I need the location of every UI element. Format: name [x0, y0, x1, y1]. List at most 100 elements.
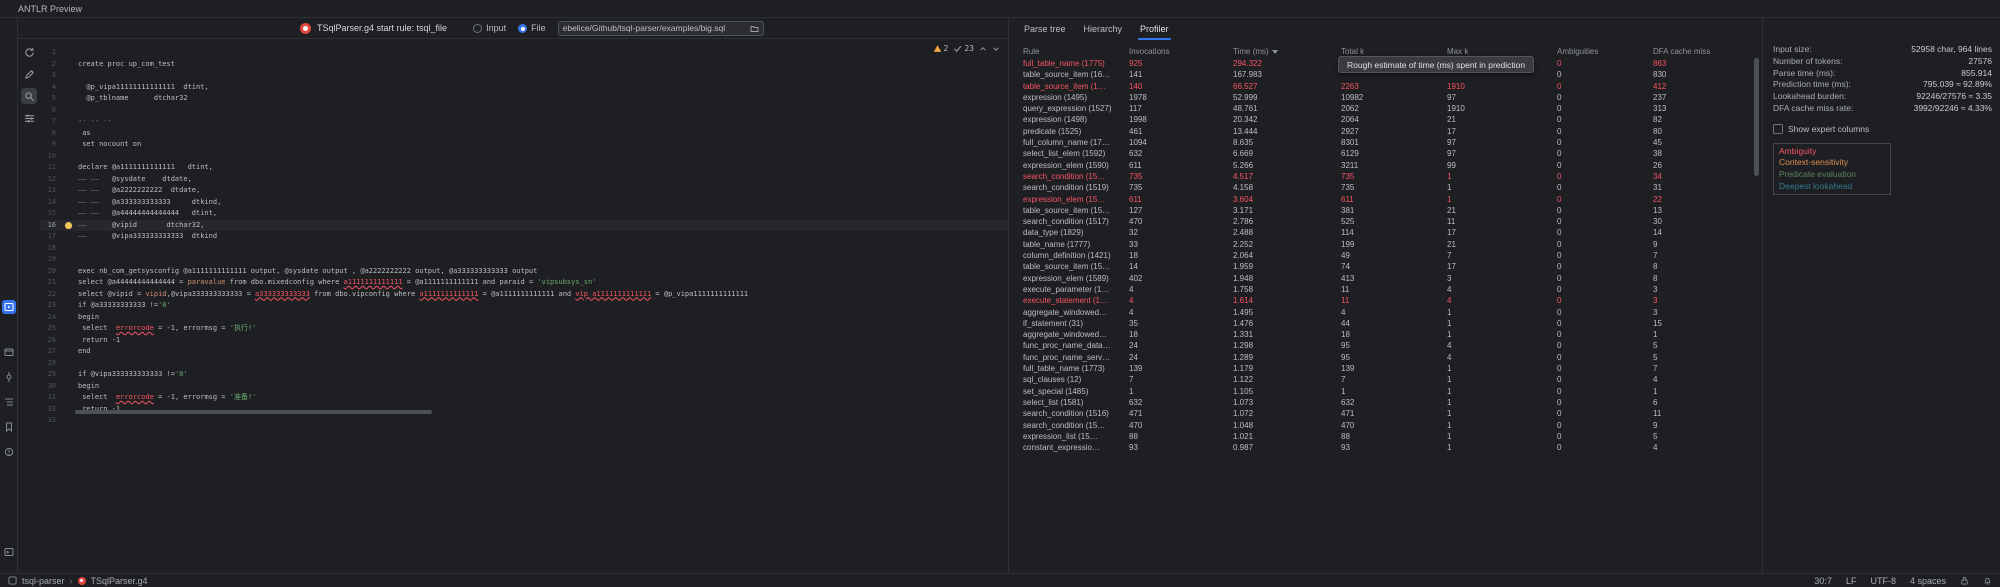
bookmarks-tool-icon[interactable]: [2, 420, 16, 434]
status-item[interactable]: LF: [1846, 576, 1857, 586]
code-line[interactable]: 7-- -- --: [40, 116, 1008, 128]
table-row[interactable]: func_proc_name_data…241.29895405: [1023, 340, 1753, 351]
settings-sliders-icon[interactable]: [21, 110, 37, 126]
code-line[interactable]: 4 @p_vipa11111111111111 dtint,: [40, 82, 1008, 94]
code-line[interactable]: 15—— —— @a44444444444444 dtint,: [40, 208, 1008, 220]
code-line[interactable]: 12—— —— @sysdate dtdate,: [40, 174, 1008, 186]
refresh-icon[interactable]: [21, 44, 37, 60]
typos-count[interactable]: 23: [953, 44, 974, 53]
code-line[interactable]: 1: [40, 47, 1008, 59]
code-line[interactable]: 18: [40, 243, 1008, 255]
code-line[interactable]: 13—— —— @a2222222222 dtdate,: [40, 185, 1008, 197]
code-line[interactable]: 8 as: [40, 128, 1008, 140]
tab-parse-tree[interactable]: Parse tree: [1015, 18, 1075, 40]
table-row[interactable]: search_condition (1516)4711.0724711011: [1023, 408, 1753, 419]
code-line[interactable]: 29if @vipa333333333333 !='0': [40, 369, 1008, 381]
code-line[interactable]: 30begin: [40, 381, 1008, 393]
code-line[interactable]: 5 @p_tblname dtchar32: [40, 93, 1008, 105]
table-row[interactable]: predicate (1525)46113.444292717080: [1023, 126, 1753, 137]
code-line[interactable]: 24begin: [40, 312, 1008, 324]
file-path-input[interactable]: ebelice/Github/tsql-parser/examples/big.…: [558, 21, 764, 36]
table-row[interactable]: aggregate_windowed…41.4954103: [1023, 307, 1753, 318]
next-problem-icon[interactable]: [992, 45, 1000, 53]
code-line[interactable]: 21select @a44444444444444 = paravalue fr…: [40, 277, 1008, 289]
table-row[interactable]: expression_elem (1590)6115.266321199026: [1023, 160, 1753, 171]
code-line[interactable]: 9 set nocount on: [40, 139, 1008, 151]
radio-file-circle[interactable]: [518, 24, 527, 33]
table-row[interactable]: table_source_item (15…141.959741708: [1023, 261, 1753, 272]
horizontal-scrollbar[interactable]: [75, 410, 432, 414]
tab-hierarchy[interactable]: Hierarchy: [1075, 18, 1132, 40]
code-line[interactable]: 10: [40, 151, 1008, 163]
code-line[interactable]: 33: [40, 415, 1008, 427]
table-row[interactable]: search_condition (15…4701.048470109: [1023, 420, 1753, 431]
table-row[interactable]: select_list_elem (1592)6326.669612997038: [1023, 148, 1753, 159]
radio-file[interactable]: File: [518, 23, 546, 33]
column-header-time-ms-[interactable]: Time (ms): [1233, 44, 1341, 58]
table-row[interactable]: expression (1495)197852.99910982970237: [1023, 92, 1753, 103]
radio-input-circle[interactable]: [473, 24, 482, 33]
column-header-rule[interactable]: Rule: [1023, 44, 1129, 58]
code-editor[interactable]: 12create proc up_com_test34 @p_vipa11111…: [40, 40, 1008, 573]
table-row[interactable]: expression_list (15…881.02188105: [1023, 431, 1753, 442]
breadcrumb-project[interactable]: tsql-parser: [22, 576, 65, 586]
status-item[interactable]: 30:7: [1814, 576, 1832, 586]
prev-problem-icon[interactable]: [979, 45, 987, 53]
status-item[interactable]: 4 spaces: [1910, 576, 1946, 586]
column-header-dfa-cache-miss[interactable]: DFA cache miss: [1653, 44, 1753, 58]
inspections-widget[interactable]: 2 23: [933, 44, 1000, 53]
table-row[interactable]: constant_expressio…930.98793104: [1023, 442, 1753, 453]
table-row[interactable]: execute_parameter (1…41.75811403: [1023, 284, 1753, 295]
notifications-bell-icon[interactable]: [1983, 576, 1992, 585]
search-icon[interactable]: [21, 88, 37, 104]
lock-icon[interactable]: [1960, 576, 1969, 585]
checkbox-box[interactable]: [1773, 124, 1783, 134]
table-row[interactable]: table_name (1777)332.2521992109: [1023, 239, 1753, 250]
warnings-count[interactable]: 2: [933, 44, 949, 53]
code-line[interactable]: 26 return -1: [40, 335, 1008, 347]
table-row[interactable]: search_condition (1517)4702.78652511030: [1023, 216, 1753, 227]
project-tool-icon[interactable]: [2, 345, 16, 359]
table-row[interactable]: query_expression (1527)11748.76120621910…: [1023, 103, 1753, 114]
problems-tool-icon[interactable]: [2, 445, 16, 459]
table-row[interactable]: expression (1498)199820.342206421082: [1023, 114, 1753, 125]
code-line[interactable]: 25 select errorcode = -1, errormsg = '执行…: [40, 323, 1008, 335]
table-row[interactable]: select_list (1581)6321.073632106: [1023, 397, 1753, 408]
code-line[interactable]: 2create proc up_com_test: [40, 59, 1008, 71]
table-row[interactable]: if_statement (31)351.476441015: [1023, 318, 1753, 329]
tab-profiler[interactable]: Profiler: [1131, 18, 1178, 40]
code-line[interactable]: 23if @a33333333333 !='0': [40, 300, 1008, 312]
code-line[interactable]: 22select @vipid = vipid,@vipa33333333333…: [40, 289, 1008, 301]
intention-bulb-icon[interactable]: [65, 222, 72, 229]
table-row[interactable]: func_proc_name_serv…241.28995405: [1023, 352, 1753, 363]
edit-icon[interactable]: [21, 66, 37, 82]
table-row[interactable]: expression_elem (1589)4021.948413308: [1023, 273, 1753, 284]
breadcrumb-file[interactable]: TSqlParser.g4: [91, 576, 148, 586]
commit-tool-icon[interactable]: [2, 370, 16, 384]
code-line[interactable]: 16—— @vipid dtchar32,: [40, 220, 1008, 232]
browse-file-icon[interactable]: [750, 24, 759, 33]
radio-input[interactable]: Input: [473, 23, 506, 33]
table-row[interactable]: sql_clauses (12)71.1227104: [1023, 374, 1753, 385]
status-item[interactable]: UTF-8: [1870, 576, 1896, 586]
table-row[interactable]: table_source_item (1…14066.5272263191004…: [1023, 81, 1753, 92]
terminal-tool-icon[interactable]: [2, 545, 16, 559]
code-line[interactable]: 17—— @vipa333333333333 dtkind: [40, 231, 1008, 243]
code-line[interactable]: 20exec nb_com_getsysconfig @a11111111111…: [40, 266, 1008, 278]
table-row[interactable]: table_source_item (15…1273.17138121013: [1023, 205, 1753, 216]
code-line[interactable]: 14—— —— @a333333333333 dtkind,: [40, 197, 1008, 209]
table-row[interactable]: column_definition (1421)182.06449707: [1023, 250, 1753, 261]
code-line[interactable]: 3: [40, 70, 1008, 82]
table-row[interactable]: data_type (1829)322.48811417014: [1023, 227, 1753, 238]
antlr-preview-tool-icon[interactable]: [2, 300, 16, 314]
code-line[interactable]: 11declare @a1111111111111 dtint,: [40, 162, 1008, 174]
column-header-invocations[interactable]: Invocations: [1129, 44, 1233, 58]
code-line[interactable]: 28: [40, 358, 1008, 370]
code-line[interactable]: 27end: [40, 346, 1008, 358]
table-row[interactable]: set_special (1485)11.1051101: [1023, 386, 1753, 397]
show-expert-columns-checkbox[interactable]: Show expert columns: [1773, 123, 1992, 135]
code-line[interactable]: 19: [40, 254, 1008, 266]
column-header-ambiguities[interactable]: Ambiguities: [1557, 44, 1653, 58]
table-row[interactable]: expression_elem (15…6113.6046111022: [1023, 194, 1753, 205]
table-row[interactable]: full_table_name (1773)1391.179139107: [1023, 363, 1753, 374]
